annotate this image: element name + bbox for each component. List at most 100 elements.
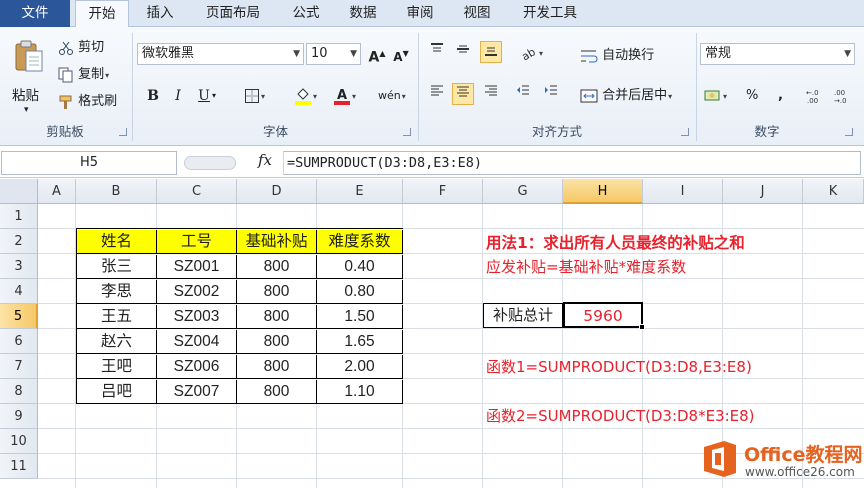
tab-insert[interactable]: 插入	[134, 0, 186, 27]
table-cell[interactable]: 1.65	[317, 330, 403, 354]
column-header-c[interactable]: C	[157, 179, 237, 204]
column-header-d[interactable]: D	[237, 179, 317, 204]
grow-font-button[interactable]: A▲	[366, 43, 388, 66]
table-cell[interactable]: 800	[237, 330, 317, 354]
total-label-cell[interactable]: 补贴总计	[483, 303, 563, 328]
column-header-h[interactable]: H	[563, 179, 643, 204]
table-cell[interactable]: SZ006	[157, 355, 237, 379]
align-right-button[interactable]	[480, 83, 502, 105]
select-all-corner[interactable]	[0, 179, 38, 204]
table-cell[interactable]: SZ002	[157, 280, 237, 304]
percent-button[interactable]: %	[746, 85, 758, 107]
decrease-decimal-button[interactable]: .00 →.0	[834, 85, 854, 107]
wrap-text-button[interactable]: 自动换行	[580, 45, 654, 67]
tab-developer[interactable]: 开发工具	[509, 0, 591, 27]
decrease-indent-button[interactable]	[512, 83, 534, 105]
font-size-select[interactable]: 10 ▼	[306, 43, 361, 65]
comma-style-button[interactable]: ,	[778, 85, 783, 107]
table-cell[interactable]: SZ004	[157, 330, 237, 354]
table-cell[interactable]: SZ007	[157, 380, 237, 404]
merge-center-button[interactable]: 合并后居中▾	[580, 85, 672, 107]
phonetic-button[interactable]: wén▾	[378, 85, 406, 107]
column-header-g[interactable]: G	[483, 179, 563, 204]
align-top-button[interactable]	[426, 41, 448, 63]
font-launcher-icon[interactable]	[403, 128, 411, 136]
table-cell[interactable]: 王五	[77, 305, 157, 329]
number-format-select[interactable]: 常规 ▼	[700, 43, 855, 65]
tab-page-layout[interactable]: 页面布局	[192, 0, 274, 27]
tab-view[interactable]: 视图	[451, 0, 503, 27]
table-cell[interactable]: 0.80	[317, 280, 403, 304]
formula-input[interactable]: =SUMPRODUCT(D3:D8,E3:E8)	[283, 151, 861, 175]
row-header-8[interactable]: 8	[0, 379, 38, 404]
paste-button[interactable]: 粘贴 ▾	[8, 37, 48, 115]
table-cell[interactable]: 800	[237, 280, 317, 304]
fill-color-button[interactable]: ▾	[294, 85, 317, 107]
table-cell[interactable]: 张三	[77, 255, 157, 279]
table-cell[interactable]: 800	[237, 255, 317, 279]
font-name-select[interactable]: 微软雅黑 ▼	[137, 43, 304, 65]
table-cell[interactable]: 800	[237, 355, 317, 379]
row-header-9[interactable]: 9	[0, 404, 38, 429]
table-cell[interactable]: 800	[237, 380, 317, 404]
column-header-k[interactable]: K	[803, 179, 864, 204]
table-header-cell[interactable]: 基础补贴	[237, 230, 317, 254]
tab-home[interactable]: 开始	[75, 0, 129, 28]
align-middle-button[interactable]	[452, 41, 474, 63]
row-header-10[interactable]: 10	[0, 429, 38, 454]
align-center-button[interactable]	[452, 83, 474, 105]
column-header-j[interactable]: J	[723, 179, 803, 204]
table-header-cell[interactable]: 姓名	[77, 230, 157, 254]
copy-button[interactable]: 复制▾	[58, 64, 109, 86]
column-header-e[interactable]: E	[317, 179, 403, 204]
table-cell[interactable]: 2.00	[317, 355, 403, 379]
table-cell[interactable]: 赵六	[77, 330, 157, 354]
underline-dropdown-icon[interactable]: ▾	[212, 85, 216, 107]
table-cell[interactable]: 王吧	[77, 355, 157, 379]
table-cell[interactable]: 1.50	[317, 305, 403, 329]
total-value-cell[interactable]: 5960	[563, 302, 643, 328]
italic-button[interactable]: I	[167, 85, 189, 107]
table-cell[interactable]: 0.40	[317, 255, 403, 279]
column-header-f[interactable]: F	[403, 179, 483, 204]
tab-data[interactable]: 数据	[337, 0, 389, 27]
row-header-2[interactable]: 2	[0, 229, 38, 254]
borders-button[interactable]: ▾	[244, 85, 265, 107]
currency-format-button[interactable]: ▾	[704, 85, 727, 107]
row-header-6[interactable]: 6	[0, 329, 38, 354]
font-color-button[interactable]: A ▾	[333, 85, 356, 107]
row-header-7[interactable]: 7	[0, 354, 38, 379]
table-cell[interactable]: 吕吧	[77, 380, 157, 404]
clipboard-launcher-icon[interactable]	[119, 128, 127, 136]
row-header-1[interactable]: 1	[0, 204, 38, 229]
align-left-button[interactable]	[426, 83, 448, 105]
table-header-cell[interactable]: 难度系数	[317, 230, 403, 254]
table-cell[interactable]: 1.10	[317, 380, 403, 404]
bold-button[interactable]: B	[142, 85, 164, 107]
cut-button[interactable]: 剪切	[58, 37, 104, 59]
column-header-a[interactable]: A	[38, 179, 76, 204]
tab-review[interactable]: 审阅	[394, 0, 446, 27]
table-cell[interactable]: 800	[237, 305, 317, 329]
row-header-11[interactable]: 11	[0, 454, 38, 479]
format-painter-button[interactable]: 格式刷	[58, 91, 117, 113]
row-header-3[interactable]: 3	[0, 254, 38, 279]
table-cell[interactable]: 李思	[77, 280, 157, 304]
alignment-launcher-icon[interactable]	[681, 128, 689, 136]
align-bottom-button[interactable]	[480, 41, 502, 63]
increase-decimal-button[interactable]: ←.0.00	[806, 85, 826, 107]
shrink-font-button[interactable]: A▼	[390, 43, 412, 65]
orientation-button[interactable]: ab ▾	[520, 42, 543, 64]
increase-indent-button[interactable]	[540, 83, 562, 105]
table-header-cell[interactable]: 工号	[157, 230, 237, 254]
insert-function-button[interactable]: fx	[258, 151, 272, 169]
tab-file[interactable]: 文件	[0, 0, 70, 27]
fill-handle[interactable]	[639, 324, 645, 330]
tab-formulas[interactable]: 公式	[280, 0, 332, 27]
name-box[interactable]: H5	[1, 151, 177, 175]
number-launcher-icon[interactable]	[845, 128, 853, 136]
column-header-i[interactable]: I	[643, 179, 723, 204]
column-header-b[interactable]: B	[76, 179, 157, 204]
table-cell[interactable]: SZ003	[157, 305, 237, 329]
table-cell[interactable]: SZ001	[157, 255, 237, 279]
